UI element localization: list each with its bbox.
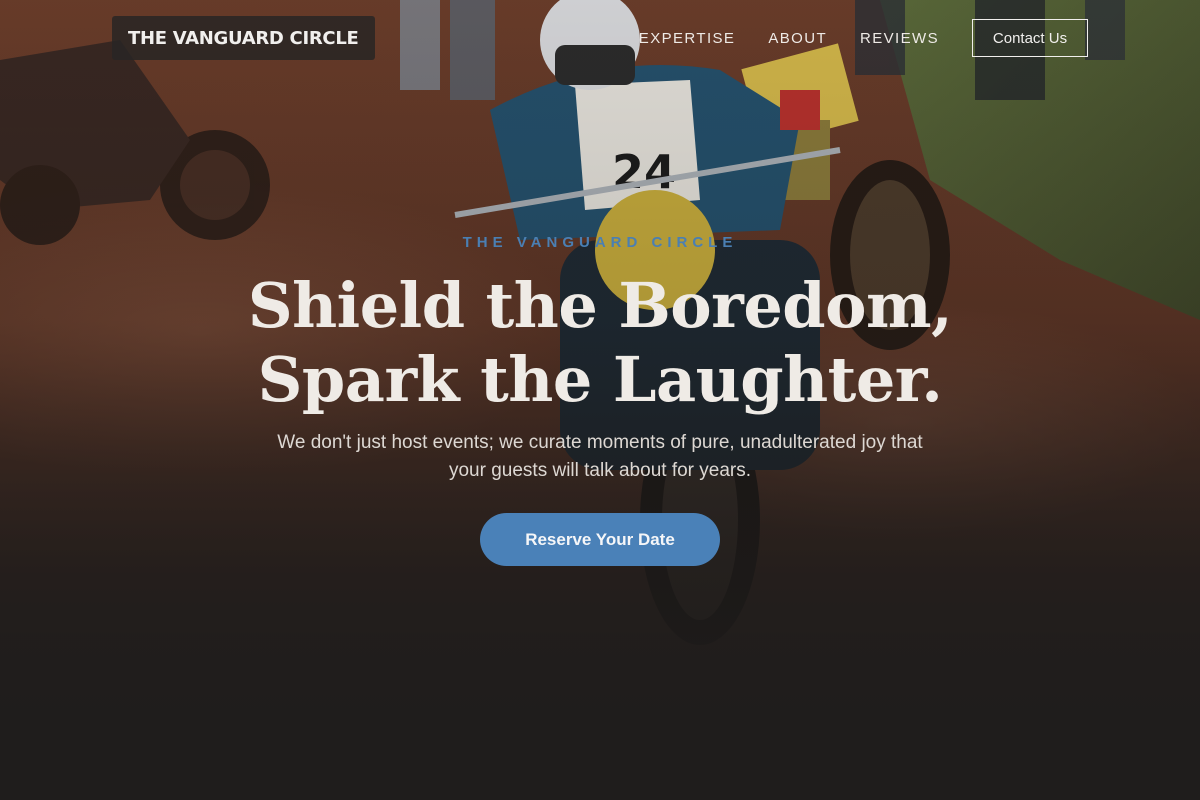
page: 24 THE VANGUARD CIRCLE EXPERTISE ABOUT R… — [0, 0, 1200, 800]
reserve-date-button[interactable]: Reserve Your Date — [480, 513, 720, 566]
brand-logo[interactable]: THE VANGUARD CIRCLE — [112, 16, 375, 60]
top-nav: EXPERTISE ABOUT REVIEWS Contact Us — [639, 19, 1088, 57]
hero-headline: Shield the Boredom, Spark the Laughter. — [0, 269, 1200, 417]
contact-us-button[interactable]: Contact Us — [972, 19, 1088, 57]
headline-line-2: Spark the Laughter. — [257, 343, 943, 416]
nav-link-expertise[interactable]: EXPERTISE — [639, 30, 736, 47]
nav-link-about[interactable]: ABOUT — [768, 30, 827, 47]
nav-link-reviews[interactable]: REVIEWS — [860, 30, 939, 47]
hero-section: THE VANGUARD CIRCLE Shield the Boredom, … — [0, 234, 1200, 566]
hero-subtitle: We don't just host events; we curate mom… — [277, 432, 923, 481]
hero-eyebrow: THE VANGUARD CIRCLE — [462, 234, 738, 251]
headline-line-1: Shield the Boredom, — [247, 269, 953, 342]
